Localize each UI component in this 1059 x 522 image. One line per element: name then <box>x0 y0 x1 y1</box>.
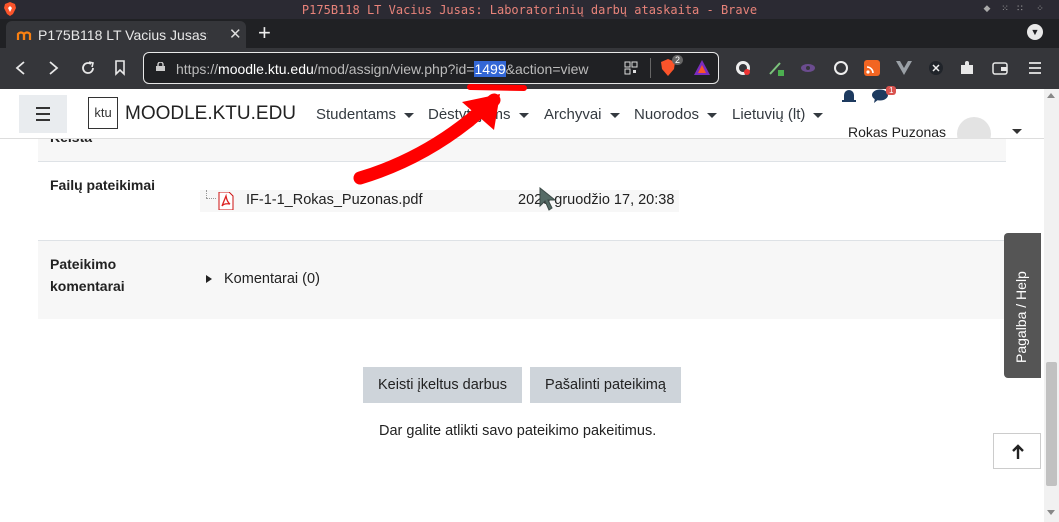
new-tab-button[interactable]: + <box>258 21 271 45</box>
arrow-up-icon <box>1012 444 1024 459</box>
nav-destytojams[interactable]: Dėstytojams <box>428 106 529 123</box>
browser-menu-icon[interactable] <box>1027 60 1043 76</box>
submission-comments-label-2: komentarai <box>50 278 125 294</box>
url-prefix: https:// <box>176 61 219 77</box>
url-divider <box>650 58 651 78</box>
extension-clock-icon[interactable] <box>833 60 849 76</box>
rss-icon[interactable] <box>864 60 880 76</box>
url-text[interactable]: https://moodle.ktu.edu/mod/assign/view.p… <box>176 61 589 77</box>
file-submissions-label: Failų pateikimai <box>50 177 156 193</box>
extension-vue-icon[interactable] <box>896 60 912 76</box>
extension-pen-icon[interactable] <box>768 60 784 76</box>
help-tab-label: Pagalba / Help <box>1013 271 1029 363</box>
tab-search-icon[interactable]: ▼ <box>1027 24 1043 40</box>
file-submissions-row: Failų pateikimai IF-1-1_Rokas_Puzonas.pd… <box>38 162 1006 240</box>
lock-icon <box>156 62 165 71</box>
expand-caret-icon[interactable] <box>206 275 212 283</box>
url-suffix: &action=view <box>505 61 589 77</box>
shield-badge: 2 <box>672 55 684 65</box>
ktu-logo[interactable]: ktu <box>88 97 118 129</box>
last-modified-label: Keista <box>50 139 92 148</box>
tab-strip: P175B118 LT Vacius Jusas: L ✕ + ▼ <box>0 19 1059 48</box>
back-to-top-button[interactable] <box>993 433 1041 469</box>
notifications-bell-icon[interactable] <box>841 89 857 103</box>
window-close-icon[interactable]: ⁘ <box>1035 3 1045 13</box>
nav-language[interactable]: Lietuvių (lt) <box>732 106 824 123</box>
forward-icon[interactable] <box>46 61 60 75</box>
drawer-toggle-button[interactable] <box>19 95 67 133</box>
nav-archyvai[interactable]: Archyvai <box>544 106 620 123</box>
comments-toggle-link[interactable]: Komentarai (0) <box>224 271 320 287</box>
remove-submission-button[interactable]: Pašalinti pateikimą <box>530 367 681 403</box>
moodle-navbar: ktu MOODLE.KTU.EDU Studentams Dėstytojam… <box>0 86 1044 151</box>
scroll-up-icon[interactable] <box>1047 93 1055 98</box>
scrollbar-thumb[interactable] <box>1046 362 1057 486</box>
brave-rewards-icon[interactable] <box>694 60 710 75</box>
window-minimize-icon[interactable]: ∷ <box>1015 3 1025 13</box>
help-tab[interactable]: Pagalba / Help <box>1004 233 1041 378</box>
edit-note: Dar galite atlikti savo pateikimo pakeit… <box>379 423 657 439</box>
tab-label: P175B118 LT Vacius Jusas: L <box>38 27 208 43</box>
nav-studentams[interactable]: Studentams <box>316 106 415 123</box>
moodle-favicon-icon <box>16 31 32 40</box>
wallet-icon[interactable] <box>992 60 1008 76</box>
site-name[interactable]: MOODLE.KTU.EDU <box>125 103 296 125</box>
reload-icon[interactable] <box>80 60 96 76</box>
edit-submission-button[interactable]: Keisti įkeltus darbus <box>363 367 522 403</box>
window-titlebar: P175B118 LT Vacius Jusas: Laboratorinių … <box>0 0 1059 19</box>
user-menu-caret-icon[interactable] <box>1012 129 1022 134</box>
extension-block-icon[interactable] <box>735 60 751 76</box>
window-move-icon[interactable]: ⁙ <box>1000 3 1010 13</box>
nav-nuorodos[interactable]: Nuorodos <box>634 106 718 123</box>
address-bar[interactable]: https://moodle.ktu.edu/mod/assign/view.p… <box>143 52 719 84</box>
messages-badge: 1 <box>886 86 897 95</box>
submitted-file-link[interactable]: IF-1-1_Rokas_Puzonas.pdf <box>246 192 423 208</box>
tab-active[interactable]: P175B118 LT Vacius Jusas: L ✕ <box>6 21 246 48</box>
extension-eye-icon[interactable] <box>800 60 816 76</box>
back-icon[interactable] <box>14 61 28 75</box>
scroll-down-icon[interactable] <box>1047 510 1055 515</box>
bookmark-icon[interactable] <box>114 60 126 76</box>
url-path: /mod/assign/view.php?id= <box>313 61 475 77</box>
window-title: P175B118 LT Vacius Jusas: Laboratorinių … <box>301 3 758 17</box>
browser-toolbar: https://moodle.ktu.edu/mod/assign/view.p… <box>0 48 1059 89</box>
mouse-cursor-icon <box>539 187 557 211</box>
submission-comments-row: Pateikimo komentarai Komentarai (0) <box>38 241 1006 319</box>
extension-x-icon[interactable] <box>928 60 944 76</box>
pdf-file-icon <box>218 192 234 210</box>
tab-close-icon[interactable]: ✕ <box>229 25 242 43</box>
submission-comments-label-1: Pateikimo <box>50 256 117 272</box>
last-modified-row: Keista <box>38 139 1006 161</box>
url-selected-id: 1499 <box>474 61 506 77</box>
url-domain: moodle.ktu.edu <box>218 61 314 77</box>
qr-code-icon[interactable] <box>624 61 638 75</box>
file-tree-item: IF-1-1_Rokas_Puzonas.pdf 2020 gruodžio 1… <box>200 190 679 212</box>
window-pin-icon[interactable]: ◆ <box>982 3 992 13</box>
extensions-puzzle-icon[interactable] <box>959 60 975 76</box>
user-name[interactable]: Rokas Puzonas <box>848 124 946 140</box>
